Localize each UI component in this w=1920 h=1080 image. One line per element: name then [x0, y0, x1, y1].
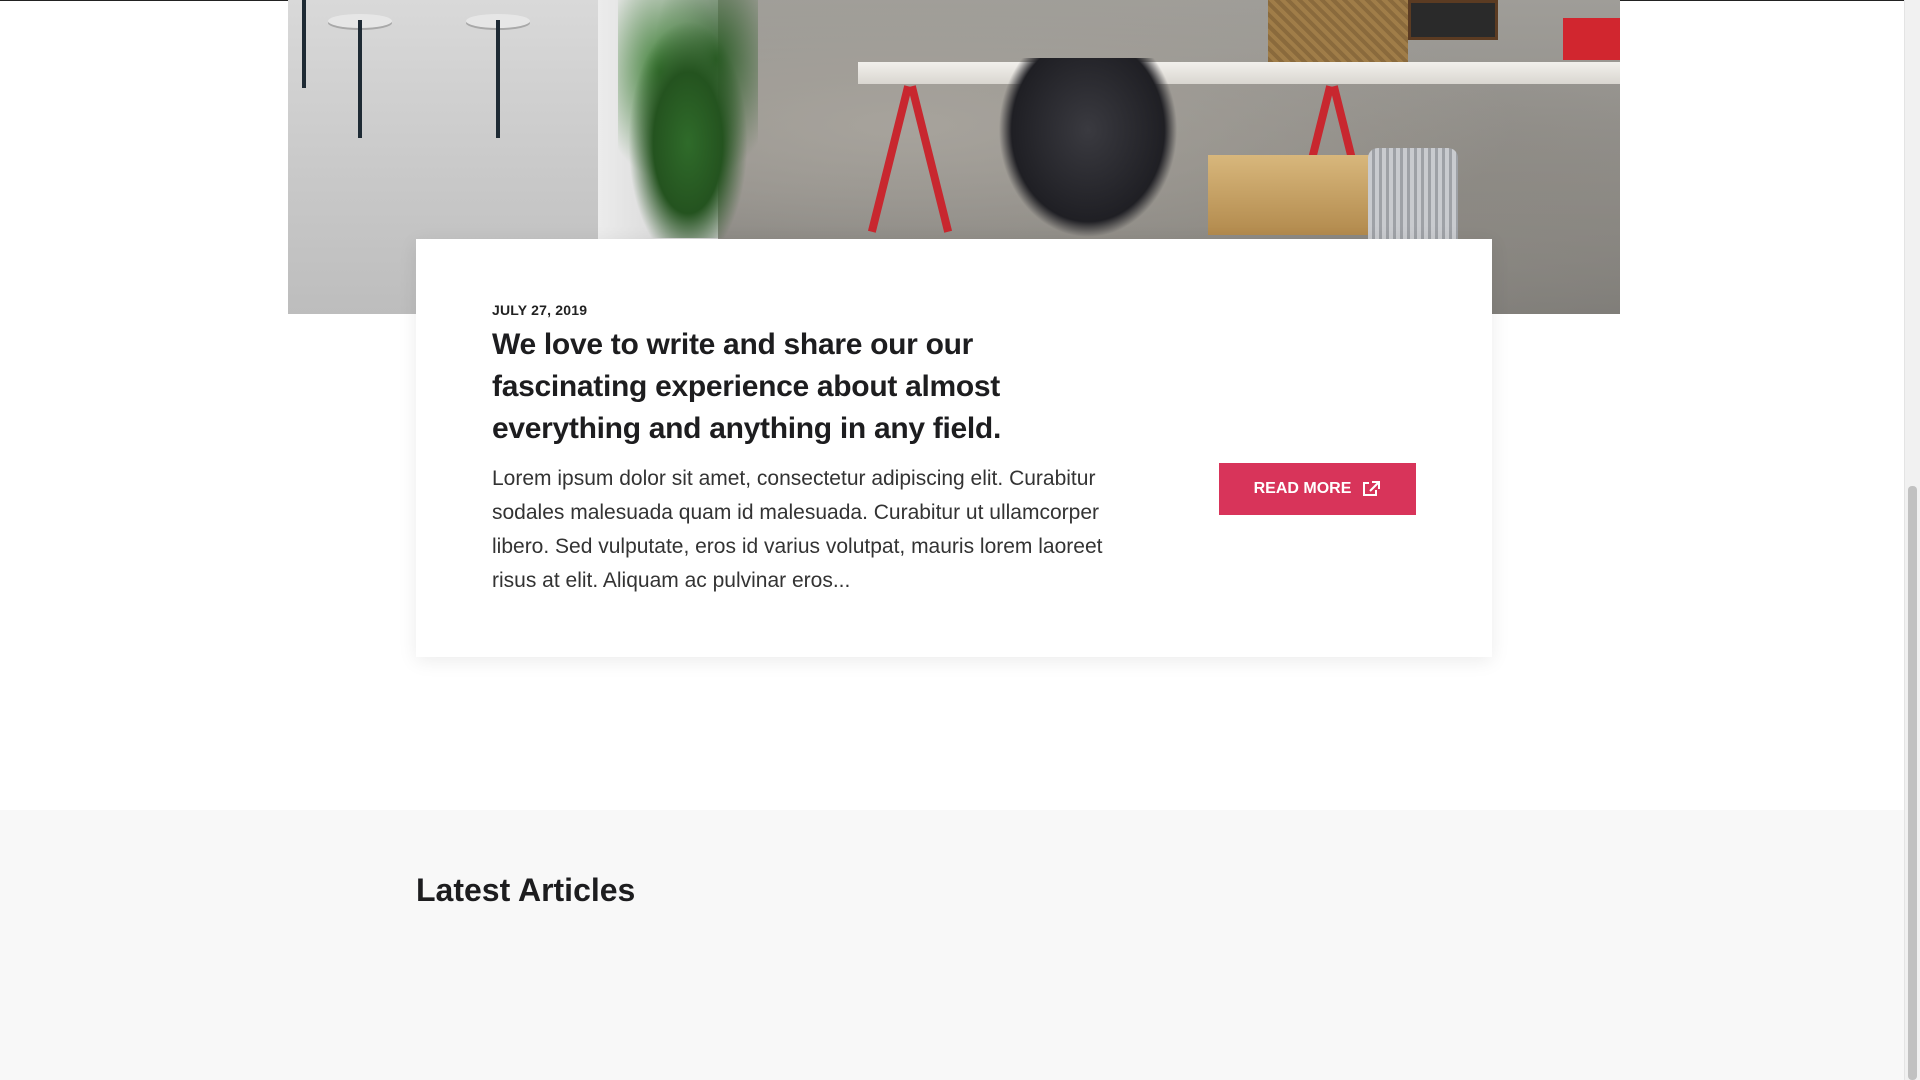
post-date: JULY 27, 2019: [492, 302, 588, 318]
featured-post-card: JULY 27, 2019 We love to write and share…: [416, 239, 1492, 657]
image-photo-frame: [1408, 0, 1498, 40]
external-link-icon: [1363, 481, 1381, 496]
read-more-label: READ MORE: [1253, 480, 1352, 497]
image-stool-leg: [496, 20, 500, 138]
image-wooden-box: [1208, 155, 1378, 235]
image-plant: [618, 0, 758, 238]
latest-articles-section: Latest Articles: [0, 810, 1904, 1080]
scrollbar-thumb[interactable]: [1908, 486, 1917, 1080]
post-title[interactable]: We love to write and share our our fasci…: [492, 324, 1092, 450]
image-red-box: [1563, 18, 1620, 60]
image-chair: [998, 58, 1178, 238]
latest-articles-heading: Latest Articles: [416, 872, 636, 908]
image-stool-leg: [302, 0, 306, 88]
read-more-button[interactable]: READ MORE: [1219, 463, 1416, 515]
page-scrollbar[interactable]: [1904, 0, 1920, 1080]
image-basket: [1268, 0, 1408, 62]
image-stool-leg: [358, 20, 362, 138]
image-desk: [858, 62, 1620, 84]
post-excerpt: Lorem ipsum dolor sit amet, consectetur …: [492, 467, 1103, 592]
